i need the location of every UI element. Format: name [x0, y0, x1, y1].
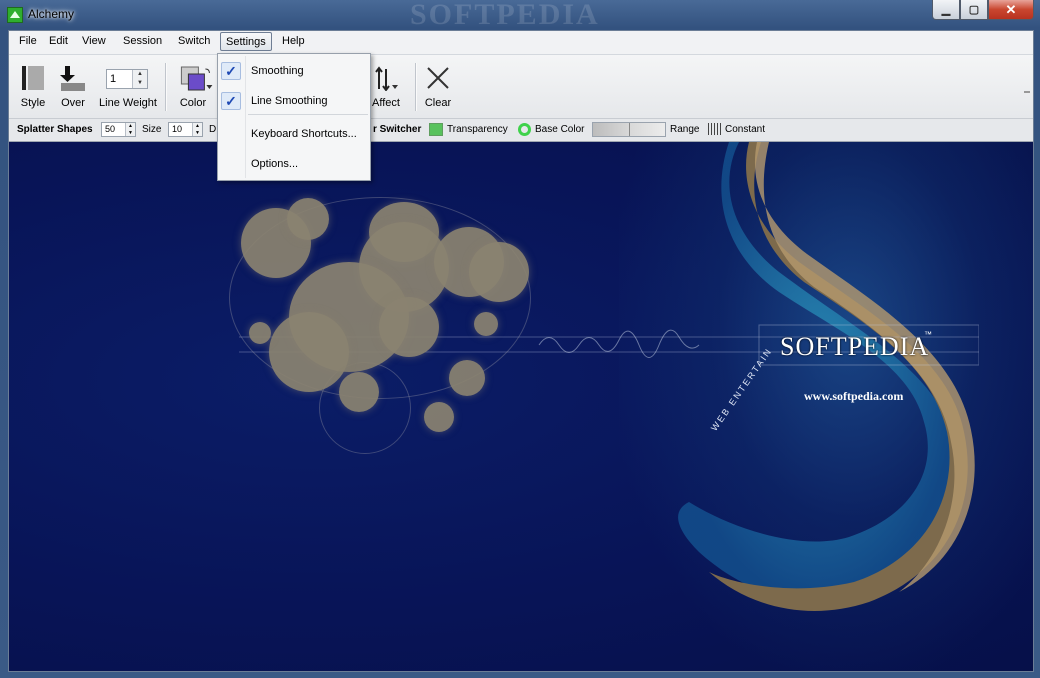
softpedia-url: www.softpedia.com: [804, 389, 904, 403]
over-label: Over: [61, 97, 85, 109]
style-icon: [22, 66, 44, 90]
splatter-blob: [469, 242, 529, 302]
menu-edit[interactable]: Edit: [47, 35, 70, 50]
splatter-count-stepper[interactable]: 50 ▲ ▼: [101, 122, 136, 137]
splatter-blob: [379, 297, 439, 357]
menu-separator: [248, 114, 368, 115]
splatter-blob: [424, 402, 454, 432]
partial-label: D: [209, 124, 217, 135]
title-watermark: SOFTPEDIA: [410, 0, 600, 31]
splatter-count-value: 50: [105, 124, 116, 134]
drawing-canvas[interactable]: SOFTPEDIA ™ www.softpedia.com WEB ENTERT…: [9, 142, 1033, 671]
close-x-icon: [427, 67, 449, 89]
transparency-swatch-icon[interactable]: [429, 123, 443, 136]
toolbar: Style Over 1 ▲ ▼ Line Weight Color Affec…: [9, 55, 1033, 119]
size-label: Size: [142, 124, 162, 135]
stepper-arrows-icon[interactable]: ▲ ▼: [192, 123, 202, 136]
size-stepper[interactable]: 10 ▲ ▼: [168, 122, 203, 137]
over-icon: [60, 66, 85, 91]
color-label: Color: [179, 97, 207, 109]
clear-label: Clear: [424, 97, 452, 109]
menu-item-label: Keyboard Shortcuts...: [251, 128, 357, 140]
app-icon: [7, 7, 23, 23]
maximize-button[interactable]: ▢: [960, 0, 988, 20]
base-color-label: Base Color: [535, 124, 585, 135]
toolbar-separator: [165, 63, 167, 111]
splatter-blob: [269, 312, 349, 392]
splatter-blob: [339, 372, 379, 412]
checkmark-icon: ✓: [221, 62, 241, 80]
checkmark-icon: ✓: [221, 92, 241, 110]
menu-item-smoothing[interactable]: ✓ Smoothing: [218, 60, 370, 82]
style-label: Style: [20, 97, 46, 109]
toolbar-separator: [415, 63, 417, 111]
base-color-ring-icon[interactable]: [518, 123, 531, 136]
island-image: [678, 142, 975, 611]
menu-item-options[interactable]: Options...: [218, 153, 370, 175]
softpedia-logo: SOFTPEDIA: [780, 332, 930, 361]
stepper-arrows-icon[interactable]: ▲ ▼: [125, 123, 135, 136]
constant-icon[interactable]: [708, 123, 722, 135]
settings-dropdown: ✓ Smoothing ✓ Line Smoothing Keyboard Sh…: [217, 53, 371, 181]
close-button[interactable]: ✕: [988, 0, 1034, 20]
color-button[interactable]: Color: [172, 55, 214, 115]
menu-item-keyboard-shortcuts[interactable]: Keyboard Shortcuts...: [218, 123, 370, 145]
splatter-blob: [474, 312, 498, 336]
line-weight-stepper[interactable]: 1 ▲ ▼: [106, 69, 148, 89]
over-button[interactable]: Over: [55, 55, 91, 115]
window-title: Alchemy: [28, 7, 75, 21]
transparency-label: Transparency: [447, 124, 508, 135]
stepper-arrows-icon[interactable]: ▲ ▼: [132, 70, 147, 88]
menu-item-line-smoothing[interactable]: ✓ Line Smoothing: [218, 90, 370, 112]
color-switcher-label: r Switcher: [373, 124, 422, 135]
menu-session[interactable]: Session: [121, 35, 164, 50]
splatter-blob: [287, 198, 329, 240]
size-value: 10: [172, 124, 183, 134]
splatter-shapes-label: Splatter Shapes: [17, 124, 93, 135]
clear-button[interactable]: Clear: [421, 55, 455, 115]
affect-label: Affect: [372, 97, 400, 109]
menu-bar: File Edit View Session Switch Settings H…: [9, 31, 1033, 55]
color-swatch-icon: [180, 66, 213, 91]
range-label: Range: [670, 124, 700, 135]
affect-icon: [375, 66, 398, 91]
line-weight-label: Line Weight: [99, 97, 157, 109]
menu-view[interactable]: View: [80, 35, 108, 50]
style-button[interactable]: Style: [15, 55, 51, 115]
title-bar[interactable]: Alchemy SOFTPEDIA ▁ ▢ ✕: [0, 0, 1040, 31]
line-weight-value: 1: [110, 73, 117, 85]
app-window: Alchemy SOFTPEDIA ▁ ▢ ✕ File Edit View S…: [0, 0, 1040, 678]
splatter-blob: [249, 322, 271, 344]
menu-settings[interactable]: Settings: [220, 32, 272, 51]
menu-item-label: Smoothing: [251, 65, 304, 77]
line-weight-control: 1 ▲ ▼ Line Weight: [95, 55, 161, 115]
trademark-symbol: ™: [924, 330, 932, 339]
splatter-strokes: [229, 197, 549, 462]
menu-item-label: Line Smoothing: [251, 95, 328, 107]
properties-bar: Splatter Shapes 50 ▲ ▼ Size 10 ▲ ▼ D r Swi…: [9, 119, 1033, 142]
range-slider[interactable]: [592, 122, 666, 137]
client-area: File Edit View Session Switch Settings H…: [8, 30, 1034, 672]
affect-button[interactable]: Affect: [365, 55, 407, 115]
menu-switch[interactable]: Switch: [176, 35, 212, 50]
menu-item-label: Options...: [251, 158, 299, 170]
minimize-button[interactable]: ▁: [932, 0, 960, 20]
menu-help[interactable]: Help: [280, 35, 307, 50]
splatter-blob: [449, 360, 485, 396]
constant-label: Constant: [725, 124, 766, 135]
menu-file[interactable]: File: [17, 35, 39, 50]
toolbar-grip: [1024, 91, 1030, 93]
